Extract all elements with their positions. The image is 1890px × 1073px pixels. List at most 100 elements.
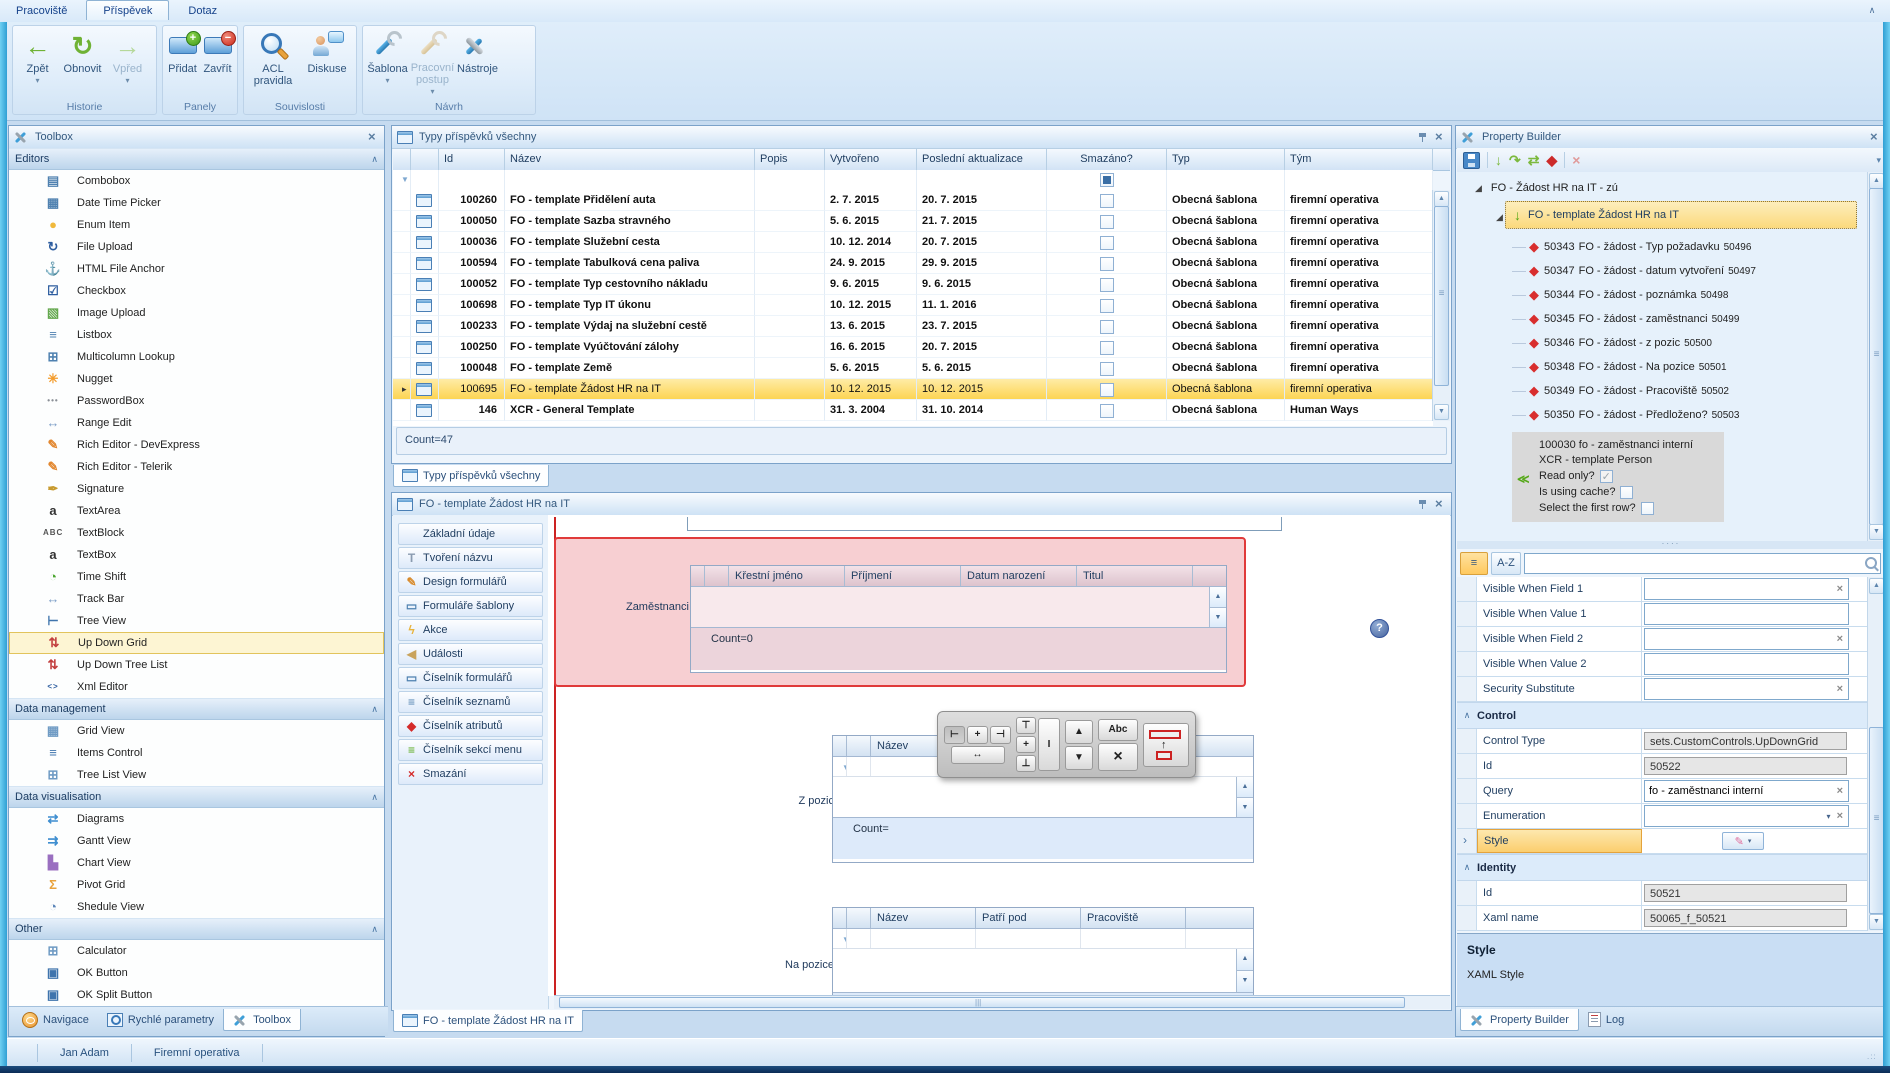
- zpet-button[interactable]: ← Zpět ▾: [15, 28, 60, 96]
- napozice-grid[interactable]: Název Patří pod Pracoviště ▼ ▲▼ Count=: [832, 907, 1254, 996]
- align-middle-button[interactable]: +: [1016, 736, 1036, 753]
- property-input[interactable]: [1645, 630, 1834, 648]
- tree-item[interactable]: ◆ 50348 FO - žádost - Na pozice 50501: [1512, 355, 1885, 379]
- tree-item[interactable]: ◆ 50347 FO - žádost - datum vytvoření 50…: [1512, 259, 1885, 283]
- alphabetical-view-button[interactable]: A-Z: [1491, 552, 1521, 575]
- sablona-button[interactable]: Šablona ▾: [365, 28, 410, 96]
- toolbox-item[interactable]: ● Enum Item: [9, 214, 384, 236]
- clear-icon[interactable]: ×: [1834, 785, 1848, 797]
- designer-horizontal-scrollbar[interactable]: [554, 995, 1450, 1009]
- property-row[interactable]: Id 50521: [1457, 881, 1885, 906]
- updown-grid-button[interactable]: ↑: [1143, 723, 1189, 767]
- toolbox-item[interactable]: ✳ Nugget: [9, 368, 384, 390]
- splitter-handle[interactable]: ····: [1457, 541, 1885, 549]
- toolbox-section-data-management[interactable]: Data management ∧: [9, 698, 384, 720]
- expander-icon[interactable]: ◢: [1496, 212, 1503, 223]
- zavrit-button[interactable]: Zavřít: [200, 28, 235, 96]
- obnovit-button[interactable]: ↻ Obnovit: [60, 28, 105, 96]
- column-header[interactable]: Název: [871, 908, 976, 928]
- move-up-button[interactable]: ▲: [1065, 720, 1093, 744]
- toolbox-item[interactable]: ↔ Track Bar: [9, 588, 384, 610]
- vpred-button[interactable]: → Vpřed ▾: [105, 28, 150, 96]
- acl-pravidla-button[interactable]: ACL pravidla: [246, 28, 300, 96]
- row-spinner[interactable]: ▲▼: [1236, 777, 1253, 817]
- column-header[interactable]: Popis: [755, 149, 825, 170]
- designer-menu-item[interactable]: ▭ Formuláře šablony: [398, 595, 543, 617]
- column-header[interactable]: Tým: [1285, 149, 1433, 170]
- align-left-button[interactable]: ⊢: [944, 726, 965, 744]
- sidebar-tab[interactable]: Rychlé parametry: [98, 1009, 223, 1030]
- toolbox-item[interactable]: a TextArea: [9, 500, 384, 522]
- property-row[interactable]: › Style ✎▾: [1457, 829, 1885, 854]
- toolbox-item[interactable]: ✒ Signature: [9, 478, 384, 500]
- toolbox-item[interactable]: ▙ Chart View: [9, 852, 384, 874]
- column-header[interactable]: Poslední aktualizace: [917, 149, 1047, 170]
- scroll-up-icon[interactable]: ▲: [1434, 191, 1449, 207]
- deleted-checkbox[interactable]: [1100, 404, 1114, 418]
- property-row[interactable]: Query ×: [1457, 779, 1885, 804]
- toolbox-item[interactable]: ◔ Time Shift: [9, 566, 384, 588]
- tree-item[interactable]: ◆ 50349 FO - žádost - Pracoviště 50502: [1512, 379, 1885, 403]
- toolbar-overflow-icon[interactable]: ▾: [1876, 155, 1881, 166]
- grid-filter-row[interactable]: ▼: [393, 170, 1433, 191]
- diskuse-button[interactable]: Diskuse: [300, 28, 354, 96]
- deleted-checkbox[interactable]: [1100, 278, 1114, 292]
- expander-icon[interactable]: ◢: [1475, 183, 1482, 194]
- align-center-button[interactable]: +: [967, 726, 988, 744]
- designer-menu-item[interactable]: ϟ Akce: [398, 619, 543, 641]
- column-header[interactable]: Příjmení: [845, 566, 961, 586]
- designer-menu-item[interactable]: ◆ Číselník atributů: [398, 715, 543, 737]
- toolbox-item[interactable]: ✎ Rich Editor - DevExpress: [9, 434, 384, 456]
- move-down-button[interactable]: ▼: [1065, 746, 1093, 770]
- column-header[interactable]: Pracoviště: [1081, 908, 1186, 928]
- scroll-down-icon[interactable]: ▼: [1434, 404, 1449, 420]
- toolbox-item[interactable]: ••• PasswordBox: [9, 390, 384, 412]
- scrollbar-thumb[interactable]: [1869, 727, 1884, 914]
- align-top-button[interactable]: ⊤: [1016, 717, 1036, 734]
- toolbox-item[interactable]: ▤ Combobox: [9, 170, 384, 192]
- checkbox[interactable]: [1641, 502, 1654, 515]
- property-search-input[interactable]: [1524, 553, 1881, 574]
- toolbox-item[interactable]: ABC TextBlock: [9, 522, 384, 544]
- help-icon[interactable]: ?: [1370, 619, 1389, 638]
- tree-item[interactable]: ◆ 50343 FO - žádost - Typ požadavku 5049…: [1512, 235, 1885, 259]
- property-input[interactable]: [1645, 782, 1834, 800]
- sidebar-tab[interactable]: Toolbox: [223, 1009, 301, 1031]
- toolbox-item[interactable]: ▧ Image Upload: [9, 302, 384, 324]
- toolbox-item[interactable]: ⊞ Calculator: [9, 940, 384, 962]
- row-spinner[interactable]: ▲▼: [1209, 587, 1226, 627]
- selected-control-region[interactable]: Zaměstnanci: Křestní jméno Příjmení Datu…: [554, 537, 1246, 687]
- tree-item[interactable]: ◆ 50344 FO - žádost - poznámka 50498: [1512, 283, 1885, 307]
- toolbox-item[interactable]: ✎ Rich Editor - Telerik: [9, 456, 384, 478]
- property-input[interactable]: [1645, 605, 1848, 623]
- scrollbar-thumb[interactable]: [1434, 206, 1449, 386]
- ribbon-tab[interactable]: Příspěvek: [86, 0, 169, 20]
- category-row-control[interactable]: ∧ Control: [1457, 702, 1885, 729]
- table-row[interactable]: ▸ 100695 FO - template Žádost HR na IT 1…: [393, 379, 1433, 400]
- move-into-button[interactable]: ↷: [1509, 152, 1521, 168]
- style-edit-button[interactable]: ✎▾: [1722, 832, 1764, 850]
- table-row[interactable]: 100698 FO - template Typ IT úkonu 10. 12…: [393, 295, 1433, 316]
- tree-root[interactable]: ◢ FO - Žádost HR na IT - zú: [1475, 182, 1885, 194]
- deleted-checkbox[interactable]: [1100, 194, 1114, 208]
- toolbox-item[interactable]: ↔ Range Edit: [9, 412, 384, 434]
- tree-item[interactable]: ◆ 50350 FO - žádost - Předloženo? 50503: [1512, 403, 1885, 427]
- property-row[interactable]: Visible When Value 1: [1457, 602, 1885, 627]
- table-row[interactable]: 146 XCR - General Template 31. 3. 2004 3…: [393, 400, 1433, 421]
- tree-selected-node[interactable]: ◢ ↓ FO - template Žádost HR na IT: [1505, 201, 1857, 229]
- deleted-checkbox[interactable]: [1100, 383, 1114, 397]
- checkbox[interactable]: [1620, 486, 1633, 499]
- deleted-checkbox[interactable]: [1100, 215, 1114, 229]
- designer-tab[interactable]: FO - template Žádost HR na IT: [393, 1010, 583, 1032]
- toolbox-item[interactable]: ⇉ Gantt View: [9, 830, 384, 852]
- grid-vertical-scrollbar[interactable]: ▲ ▼: [1432, 190, 1450, 421]
- designer-menu-item[interactable]: ▭ Číselník formulářů: [398, 667, 543, 689]
- pin-icon[interactable]: [1418, 499, 1429, 510]
- deleted-checkbox[interactable]: [1100, 257, 1114, 271]
- deleted-checkbox[interactable]: [1100, 299, 1114, 313]
- table-row[interactable]: 100260 FO - template Přidělení auta 2. 7…: [393, 190, 1433, 211]
- deleted-checkbox[interactable]: [1100, 320, 1114, 334]
- toolbox-item[interactable]: ◔ Shedule View: [9, 896, 384, 918]
- clear-icon[interactable]: ×: [1834, 683, 1848, 695]
- property-row[interactable]: Visible When Value 2: [1457, 652, 1885, 677]
